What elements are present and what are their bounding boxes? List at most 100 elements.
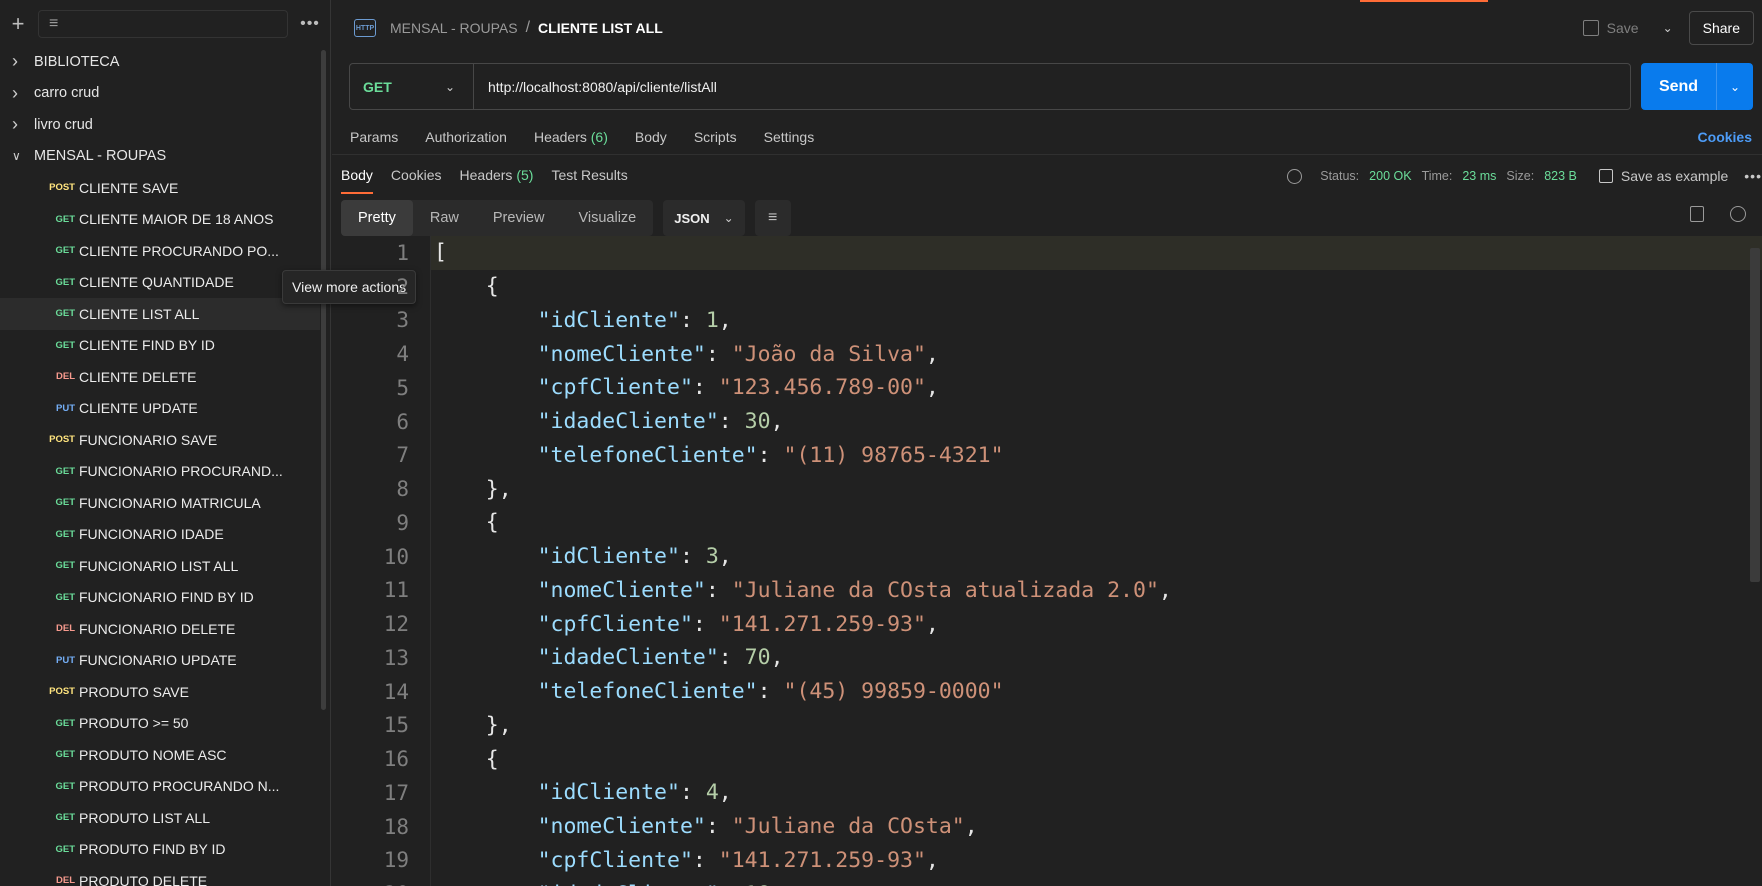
response-tab-headers[interactable]: Headers (5) [460,167,534,185]
share-button[interactable]: Share [1688,11,1754,45]
json-number: 3 [705,544,719,570]
code-line: 14 "telefoneCliente": "(45) 99859-0000" [332,675,1762,709]
request-item[interactable]: PUT CLIENTE UPDATE [0,393,320,425]
view-mode-pretty[interactable]: Pretty [341,200,413,236]
new-collection-button[interactable]: + [8,11,28,37]
json-punct: : [757,679,784,705]
send-button[interactable]: Send ⌄ [1641,63,1753,110]
size-value[interactable]: 823 B [1544,169,1577,183]
chevron-down-icon[interactable]: ∨ [12,149,34,163]
search-icon[interactable] [1730,206,1746,222]
format-select[interactable]: JSON ⌄ [663,200,745,236]
json-punct [434,342,538,367]
chevron-right-icon[interactable]: › [12,114,34,135]
json-key: "cpfCliente" [537,375,693,401]
sidebar-scrollbar[interactable] [321,50,326,710]
request-item[interactable]: GET CLIENTE MAIOR DE 18 ANOS [0,204,320,236]
time-value[interactable]: 23 ms [1462,169,1496,183]
request-item[interactable]: GET CLIENTE FIND BY ID [0,330,320,362]
status-value[interactable]: 200 OK [1369,169,1411,183]
request-name: FUNCIONARIO LIST ALL [79,557,239,574]
request-item[interactable]: DEL CLIENTE DELETE [0,361,320,393]
method-value: GET [363,78,392,95]
tab-scripts[interactable]: Scripts [694,129,737,145]
globe-icon[interactable] [1287,168,1303,184]
main-panel: HTTP MENSAL - ROUPAS / CLIENTE LIST ALL … [332,0,1762,886]
collection-item[interactable]: › carro crud [0,78,320,110]
tab-body[interactable]: Body [635,129,667,145]
send-options-chevron-icon[interactable]: ⌄ [1717,80,1753,94]
view-mode-visualize[interactable]: Visualize [561,200,653,236]
request-item[interactable]: POST PRODUTO SAVE [0,676,320,708]
request-item[interactable]: POST CLIENTE SAVE [0,172,320,204]
request-item[interactable]: GET CLIENTE PROCURANDO PO... [0,235,320,267]
send-label: Send [1658,77,1699,95]
request-item[interactable]: GET PRODUTO FIND BY ID [0,834,320,866]
json-number: 30 [744,409,771,435]
request-name: CLIENTE PROCURANDO PO... [79,242,279,259]
wrap-lines-button[interactable]: ≡ [754,200,791,236]
response-tab-body[interactable]: Body [341,167,373,194]
request-name: FUNCIONARIO PROCURAND... [79,463,283,480]
code-line: 17 "idCliente": 4, [332,776,1762,810]
response-tab-cookies[interactable]: Cookies [391,167,442,185]
method-badge: POST [49,434,75,446]
request-item[interactable]: POST FUNCIONARIO SAVE [0,424,320,456]
breadcrumb-collection[interactable]: MENSAL - ROUPAS [390,20,518,36]
tab-authorization[interactable]: Authorization [425,129,507,145]
request-item[interactable]: GET PRODUTO PROCURANDO N... [0,771,320,803]
json-punct [434,814,538,839]
json-key: "cpfCliente" [537,847,693,873]
request-item[interactable]: DEL PRODUTO DELETE [0,865,320,886]
request-item[interactable]: GET FUNCIONARIO MATRICULA [0,487,320,519]
chevron-right-icon[interactable]: › [12,83,34,104]
request-name: PRODUTO LIST ALL [79,809,210,826]
response-body-editor[interactable]: 1[2 {3 "idCliente": 1, 4 "nomeCliente": "… [332,236,1762,886]
tab-label: Params [350,129,399,145]
json-string: "141.271.259-93" [718,611,926,637]
request-item[interactable]: GET FUNCIONARIO LIST ALL [0,550,320,582]
collection-filter-input[interactable]: ≡ [38,10,288,38]
request-item[interactable]: GET FUNCIONARIO FIND BY ID [0,582,320,614]
request-item[interactable]: GET PRODUTO >= 50 [0,708,320,740]
view-mode-raw[interactable]: Raw [413,200,476,236]
json-punct: , [925,341,939,367]
save-options-chevron-icon[interactable]: ⌄ [1653,21,1683,35]
json-key: "nomeCliente" [537,814,706,840]
save-button[interactable]: Save [1575,20,1647,36]
tab-settings[interactable]: Settings [764,129,815,145]
collection-item[interactable]: ∨ MENSAL - ROUPAS [0,141,320,173]
more-options-icon[interactable]: ••• [1744,168,1762,184]
request-item[interactable]: DEL FUNCIONARIO DELETE [0,613,320,645]
request-item[interactable]: GET PRODUTO LIST ALL [0,802,320,834]
editor-scrollbar[interactable] [1750,248,1760,582]
request-item[interactable]: PUT FUNCIONARIO UPDATE [0,645,320,677]
copy-icon[interactable] [1690,206,1704,222]
request-item[interactable]: GET PRODUTO NOME ASC [0,739,320,771]
save-as-example-label: Save as example [1620,168,1729,184]
collection-item[interactable]: › BIBLIOTECA [0,46,320,78]
tab-headers[interactable]: Headers (6) [534,129,608,145]
collection-item[interactable]: › livro crud [0,109,320,141]
save-as-example-button[interactable]: Save as example [1598,168,1729,184]
sidebar-more-button[interactable]: ••• [298,15,322,33]
request-item[interactable]: GET CLIENTE LIST ALL [0,298,320,330]
code-text: "idadeCliente": 70, [434,645,784,670]
method-select[interactable]: GET ⌄ [350,64,474,109]
request-item[interactable]: GET FUNCIONARIO PROCURAND... [0,456,320,488]
line-number: 14 [383,679,409,704]
url-input[interactable]: http://localhost:8080/api/cliente/listAl… [474,79,717,95]
request-item[interactable]: GET FUNCIONARIO IDADE [0,519,320,551]
tab-params[interactable]: Params [350,129,398,145]
view-mode-preview[interactable]: Preview [476,200,562,236]
request-name: FUNCIONARIO FIND BY ID [79,589,254,606]
response-tab-test-results[interactable]: Test Results [551,167,627,185]
breadcrumb-request[interactable]: CLIENTE LIST ALL [538,20,663,36]
chevron-right-icon[interactable]: › [12,51,34,72]
save-icon [1582,20,1599,36]
request-item[interactable]: GET CLIENTE QUANTIDADE [0,267,320,299]
json-number: 4 [705,780,719,806]
cookies-link[interactable]: Cookies [1698,129,1752,145]
line-number: 13 [383,645,409,670]
code-line: 9 { [332,506,1762,540]
